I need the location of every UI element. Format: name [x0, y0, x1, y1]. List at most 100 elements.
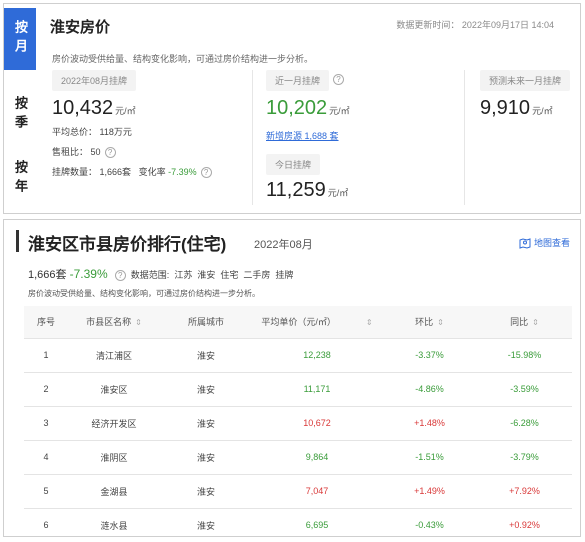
row-city: 淮安 [160, 507, 252, 542]
row-mom: -0.43% [382, 507, 477, 542]
row-yoy: -3.59% [477, 371, 572, 406]
col-city: 所属城市 [160, 306, 252, 338]
col-price-label: 平均单价（元/㎡） [261, 317, 336, 328]
row-name: 淮阴区 [68, 439, 160, 474]
table-header: 序号 市县区名称 ⇕ 所属城市 平均单价（元/㎡） ⇕ 环比 ⇕ 同比 ⇕ [24, 306, 572, 338]
avg-total-label: 平均总价： [52, 127, 98, 137]
row-index: 5 [24, 473, 68, 508]
row-city: 淮安 [160, 473, 252, 508]
row-index: 4 [24, 439, 68, 474]
tab-monthly[interactable]: 按月 [4, 8, 36, 70]
row-price: 11,171 [252, 371, 382, 406]
today-unit: 元/㎡ [327, 188, 349, 198]
house-price-panel: 按月 按季 按年 淮安房价 数据更新时间： 2022年09月17日 14:04 … [3, 3, 581, 214]
divider [464, 70, 465, 205]
avg-total-row: 平均总价： 118万元 [52, 124, 242, 141]
forecast-price: 9,910 [480, 97, 531, 119]
rent-ratio-row: 售租比： 50? [52, 144, 242, 161]
recent-price: 10,202 [266, 97, 328, 119]
help-icon[interactable]: ? [333, 74, 345, 86]
col-mom[interactable]: 环比 ⇕ [382, 306, 477, 338]
recent-card: 近一月挂牌? 10,202 元/㎡ 新增房源 1,688 套 今日挂牌 11,25… [266, 70, 446, 202]
scope-value: 江苏 淮安 住宅 二手房 挂牌 [174, 270, 294, 280]
change-value: -7.39% [168, 167, 197, 177]
row-index: 6 [24, 507, 68, 542]
page-title: 淮安房价 [50, 19, 111, 36]
col-yoy[interactable]: 同比 ⇕ [477, 306, 572, 338]
col-price[interactable]: 平均单价（元/㎡） ⇕ [252, 306, 382, 338]
row-yoy: +0.92% [477, 507, 572, 542]
rent-ratio-label: 售租比： [52, 147, 89, 157]
tab-yearly-label: 按年 [13, 160, 28, 198]
help-icon[interactable]: ? [104, 147, 116, 159]
row-mom: +1.49% [382, 473, 477, 508]
col-yoy-label: 同比 [510, 317, 529, 328]
row-yoy: -3.79% [477, 439, 572, 474]
row-mom: -4.86% [382, 371, 477, 406]
table-row[interactable]: 1 清江浦区 淮安 12,238 -3.37% -15.98% [24, 337, 572, 372]
forecast-unit: 元/㎡ [532, 106, 553, 116]
col-name[interactable]: 市县区名称 ⇕ [68, 306, 160, 338]
row-yoy: -15.98% [477, 337, 572, 372]
update-time: 数据更新时间： 2022年09月17日 14:04 [396, 20, 554, 30]
ranking-panel: 淮安区市县房价排行(住宅) 2022年08月 地图查看 1,666套 -7.39… [3, 219, 581, 542]
row-mom: -3.37% [382, 337, 477, 372]
table-row[interactable]: 2 淮安区 淮安 11,171 -4.86% -3.59% [24, 371, 572, 406]
listings-row: 挂牌数量： 1,666套 变化率 -7.39%? [52, 164, 242, 181]
tab-monthly-label: 按月 [13, 20, 28, 58]
sort-icon[interactable]: ⇕ [437, 318, 444, 327]
table-row[interactable]: 6 涟水县 淮安 6,695 -0.43% +0.92% [24, 507, 572, 542]
ranking-summary: 1,666套 -7.39% ? 数据范围: 江苏 淮安 住宅 二手房 挂牌 [28, 266, 293, 282]
monthly-card: 2022年08月挂牌 10,432 元/㎡ 平均总价： 118万元 售租比： 50… [52, 70, 242, 181]
sort-icon[interactable]: ⇕ [532, 318, 539, 327]
row-name: 淮安区 [68, 371, 160, 406]
table-row[interactable]: 5 金湖县 淮安 7,047 +1.49% +7.92% [24, 473, 572, 508]
row-city: 淮安 [160, 405, 252, 440]
row-name: 涟水县 [68, 507, 160, 542]
row-city: 淮安 [160, 439, 252, 474]
summary-count: 1,666套 [28, 269, 67, 281]
col-name-label: 市县区名称 [86, 317, 132, 328]
recent-label: 近一月挂牌 [266, 70, 330, 91]
row-name: 金湖县 [68, 473, 160, 508]
map-view-link[interactable]: 地图查看 [519, 236, 570, 249]
row-city: 淮安 [160, 371, 252, 406]
divider [252, 70, 253, 205]
row-price: 12,238 [252, 337, 382, 372]
col-mom-label: 环比 [415, 317, 434, 328]
change-label: 变化率 [138, 167, 166, 177]
help-icon[interactable]: ? [200, 167, 212, 179]
row-yoy: -6.28% [477, 405, 572, 440]
row-price: 10,672 [252, 405, 382, 440]
new-listings-link[interactable]: 新增房源 1,688 套 [266, 131, 339, 141]
avg-total-value: 118万元 [99, 127, 132, 137]
ranking-date: 2022年08月 [254, 239, 313, 251]
sort-icon[interactable]: ⇕ [135, 318, 142, 327]
ranking-title: 淮安区市县房价排行(住宅) [28, 235, 227, 254]
row-price: 7,047 [252, 473, 382, 508]
summary-change: -7.39% [69, 267, 108, 281]
ranking-table: 序号 市县区名称 ⇕ 所属城市 平均单价（元/㎡） ⇕ 环比 ⇕ 同比 ⇕ 1 清江浦区淮… [24, 306, 572, 542]
sort-icon[interactable]: ⇕ [366, 318, 373, 327]
listings-value: 1,666套 [99, 167, 132, 177]
tab-yearly[interactable]: 按年 [4, 154, 36, 204]
tab-quarterly[interactable]: 按季 [4, 90, 36, 140]
tab-quarterly-label: 按季 [13, 96, 28, 134]
rent-ratio-value: 50 [90, 147, 101, 157]
row-index: 1 [24, 337, 68, 372]
price-description: 房价波动受供给量、结构变化影响，可通过房价结构进一步分析。 [52, 54, 314, 64]
table-row[interactable]: 3 经济开发区 淮安 10,672 +1.48% -6.28% [24, 405, 572, 440]
monthly-price: 10,432 [52, 97, 114, 119]
recent-unit: 元/㎡ [329, 106, 350, 116]
listings-label: 挂牌数量： [52, 167, 98, 177]
row-price: 9,864 [252, 439, 382, 474]
map-pin-icon [519, 237, 531, 249]
today-label: 今日挂牌 [266, 154, 321, 175]
table-row[interactable]: 4 淮阴区 淮安 9,864 -1.51% -3.79% [24, 439, 572, 474]
help-icon[interactable]: ? [114, 269, 126, 281]
forecast-label: 预测未来一月挂牌 [480, 70, 571, 91]
row-index: 2 [24, 371, 68, 406]
row-index: 3 [24, 405, 68, 440]
row-yoy: +7.92% [477, 473, 572, 508]
row-price: 6,695 [252, 507, 382, 542]
